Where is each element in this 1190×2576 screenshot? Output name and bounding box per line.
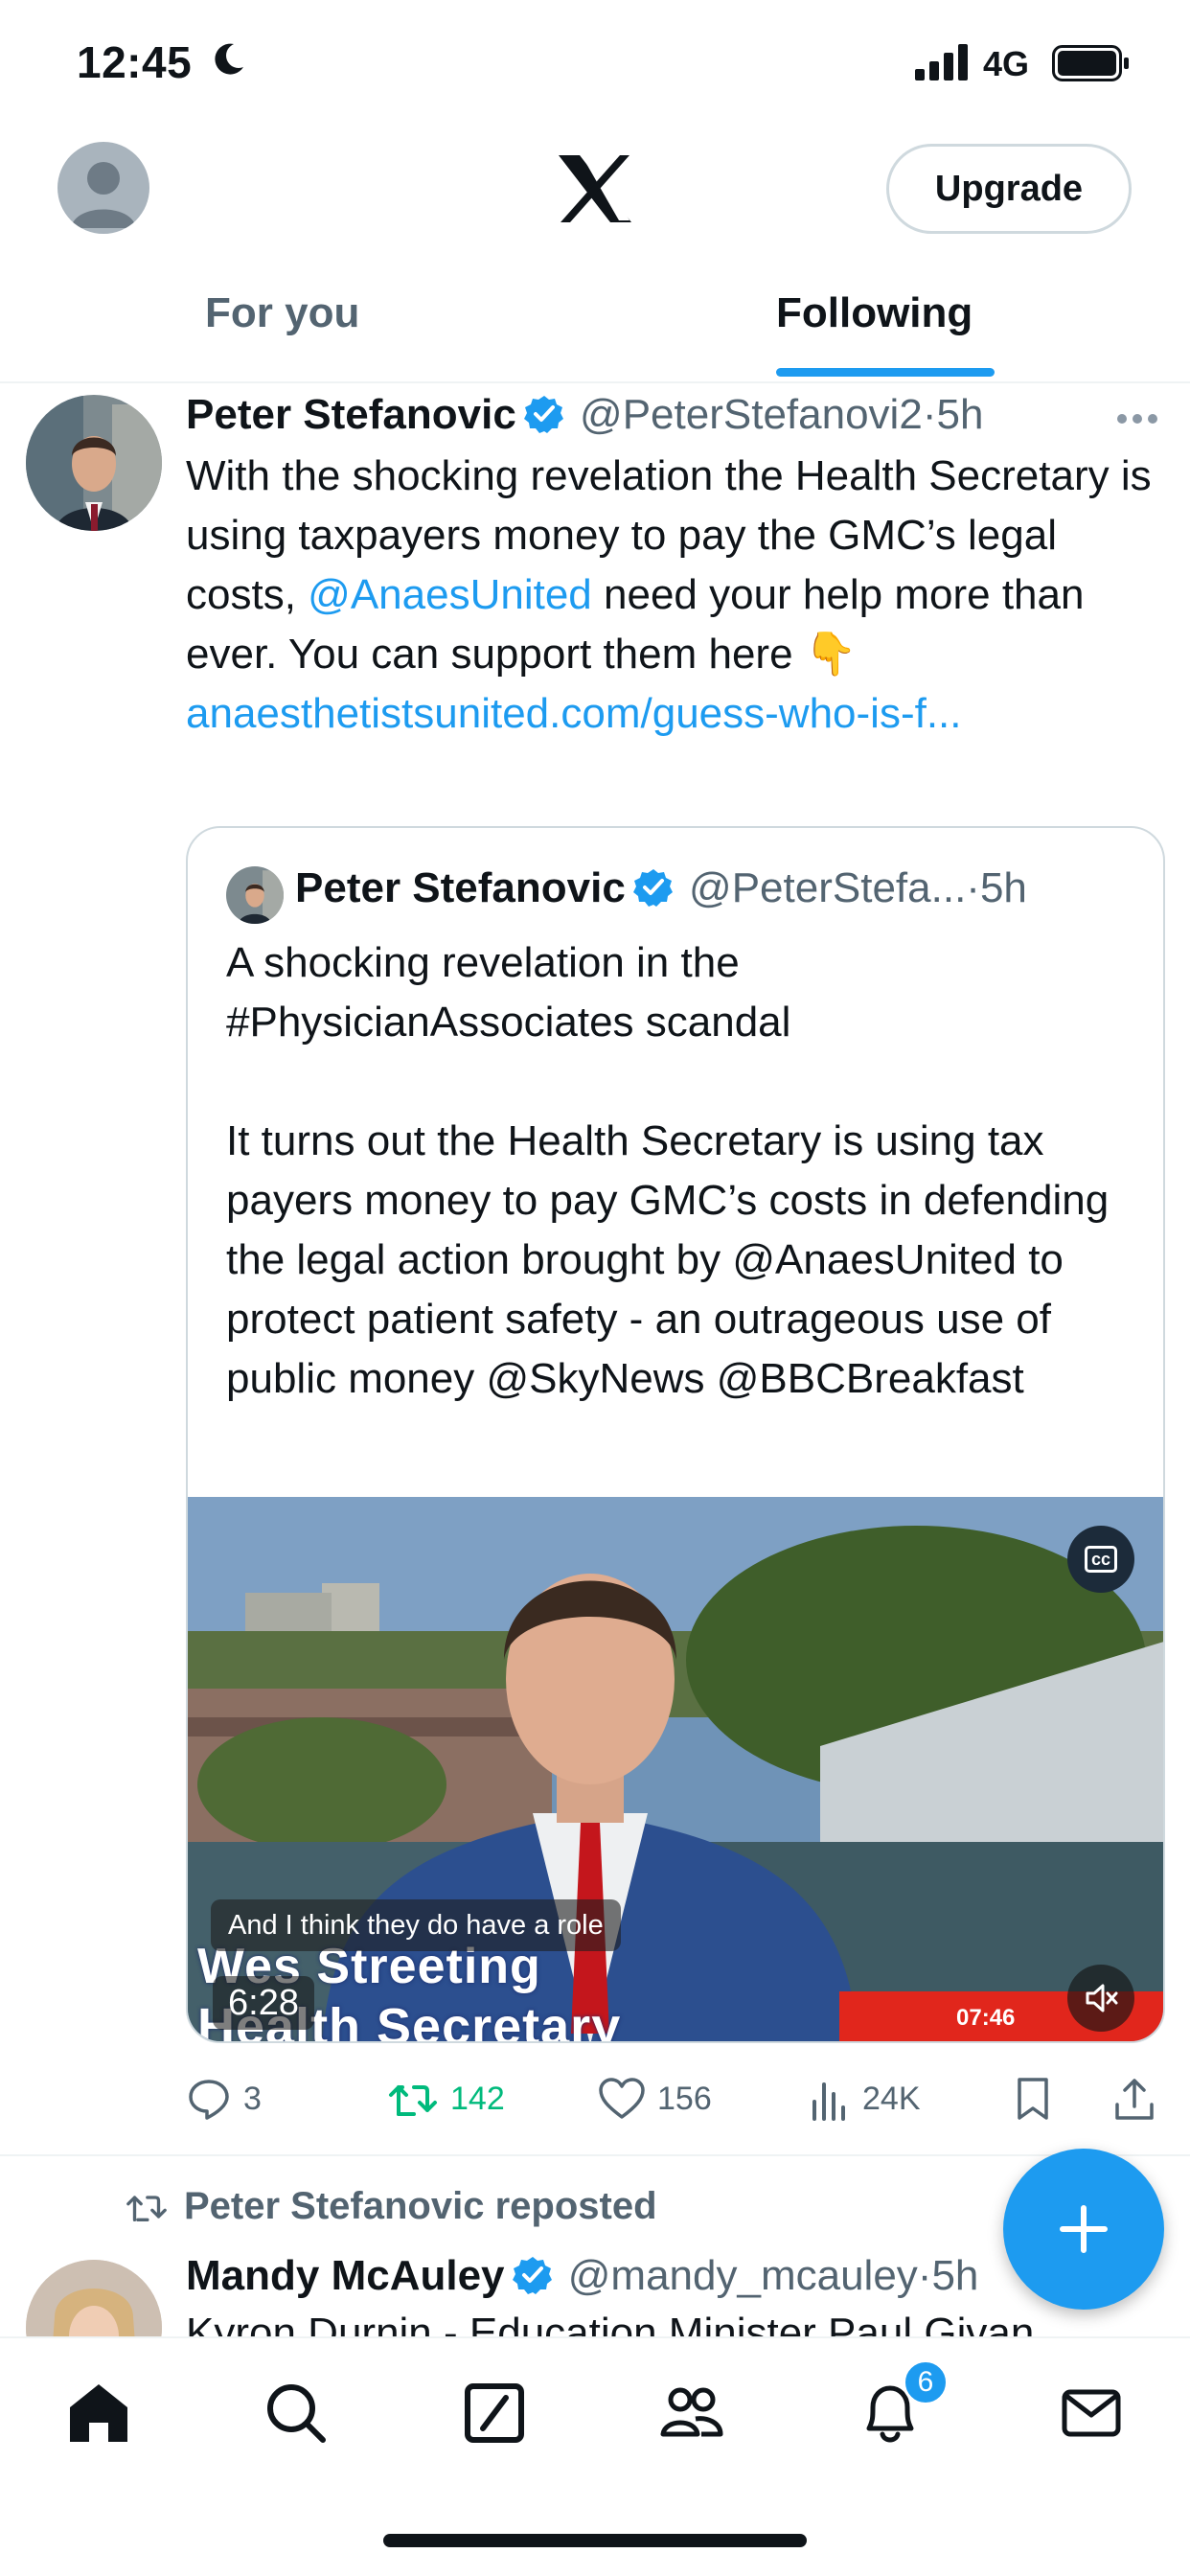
external-link[interactable]: anaesthetistsunited.com/guess-who-is-f..… (186, 684, 1154, 744)
views-button[interactable]: 24K (809, 2070, 921, 2128)
quoted-tweet-header: Peter Stefanovic @PeterStefa...·5h (295, 864, 1027, 912)
verified-badge-icon (512, 2257, 552, 2294)
x-logo-icon (559, 155, 631, 222)
broadcast-clock: 07:46 (956, 2005, 1016, 2031)
author-handle[interactable]: @mandy_mcauley (568, 2252, 918, 2299)
tweet-header: Peter Stefanovic @PeterStefanovi2·5h (186, 391, 1182, 448)
tweet-time[interactable]: 5h (936, 391, 983, 438)
tweet-text: With the shocking revelation the Health … (186, 447, 1154, 744)
author-avatar[interactable] (26, 395, 162, 531)
more-options-icon[interactable] (1115, 412, 1159, 426)
bookmark-button[interactable] (1014, 2070, 1064, 2128)
repost-icon (126, 2195, 167, 2221)
quoted-author-name[interactable]: Peter Stefanovic (295, 864, 626, 911)
captions-button[interactable]: cc (1067, 1526, 1134, 1593)
repost-icon (389, 2085, 437, 2116)
tweet-text: Kyron Durnin - Education Minister Paul G… (186, 2310, 1069, 2338)
view-count: 24K (862, 2080, 921, 2117)
share-button[interactable] (1113, 2070, 1167, 2128)
grok-icon[interactable] (460, 2379, 529, 2448)
communities-icon[interactable] (657, 2379, 726, 2448)
views-chart-icon (812, 2082, 845, 2121)
reply-count: 3 (243, 2080, 262, 2117)
video-duration: 6:28 (213, 1976, 314, 2030)
author-name[interactable]: Peter Stefanovic (186, 391, 516, 438)
upgrade-button[interactable]: Upgrade (886, 144, 1132, 234)
like-button[interactable]: 156 (598, 2070, 712, 2128)
mention-link[interactable]: @AnaesUnited (308, 571, 592, 618)
separator-dot: · (917, 2252, 932, 2299)
repost-context: Peter Stefanovic reposted (125, 2185, 657, 2228)
tweet-time[interactable]: 5h (931, 2252, 978, 2299)
tab-for-you[interactable]: For you (205, 289, 359, 337)
author-avatar[interactable] (26, 2260, 162, 2338)
search-icon[interactable] (262, 2379, 331, 2448)
notification-badge: 6 (903, 2359, 949, 2405)
home-indicator (383, 2534, 807, 2547)
author-handle[interactable]: @PeterStefanovi2 (580, 391, 923, 438)
like-count: 156 (657, 2080, 712, 2117)
top-header: Upgrade For you Following (0, 125, 1190, 383)
active-tab-indicator (776, 368, 995, 377)
quoted-author-handle[interactable]: @PeterStefa... (689, 864, 966, 911)
mute-button[interactable] (1067, 1965, 1134, 2032)
home-icon[interactable] (64, 2379, 133, 2448)
repost-button[interactable]: 142 (387, 2070, 505, 2128)
moon-icon (215, 43, 243, 75)
profile-avatar[interactable] (57, 142, 149, 234)
author-name[interactable]: Mandy McAuley (186, 2252, 505, 2299)
separator-dot: · (922, 391, 937, 438)
repost-count: 142 (450, 2080, 505, 2117)
signal-icon (915, 44, 968, 80)
tweet-actions: 3 142 156 24K (186, 2070, 1173, 2128)
muted-speaker-icon (1086, 1984, 1118, 2012)
reply-icon (189, 2080, 229, 2120)
status-time: 12:45 (77, 37, 193, 87)
quoted-author-avatar[interactable] (226, 866, 284, 924)
share-icon (1115, 2079, 1154, 2120)
verified-badge-icon (523, 396, 563, 433)
default-avatar-icon (71, 162, 136, 228)
network-label: 4G (983, 44, 1030, 83)
messages-icon[interactable] (1057, 2379, 1126, 2448)
cc-icon: cc (1084, 1546, 1118, 1573)
quoted-tweet-card[interactable]: Peter Stefanovic @PeterStefa...·5h A sho… (186, 826, 1165, 2043)
verified-badge-icon (632, 869, 673, 907)
compose-plus-icon (1060, 2205, 1108, 2253)
repost-label[interactable]: Peter Stefanovic reposted (184, 2185, 657, 2228)
video-player[interactable]: cc Wes Streeting Health Secretary And I … (188, 1497, 1163, 2041)
separator-dot: · (966, 864, 980, 911)
reply-button[interactable]: 3 (186, 2070, 262, 2128)
battery-icon (1052, 45, 1129, 81)
status-bar: 12:45 4G (0, 0, 1190, 125)
quoted-tweet-text: A shocking revelation in the #PhysicianA… (226, 939, 1110, 1402)
compose-button[interactable] (1003, 2149, 1164, 2310)
tweet[interactable]: Peter Stefanovic @PeterStefanovi2·5h Wit… (0, 383, 1190, 2156)
tab-following[interactable]: Following (776, 289, 973, 337)
video-caption: And I think they do have a role (211, 1899, 621, 1951)
tweet-header: Mandy McAuley @mandy_mcauley·5h (186, 2252, 978, 2300)
bookmark-icon (1018, 2078, 1048, 2120)
quoted-tweet-time[interactable]: 5h (980, 864, 1027, 911)
heart-icon (599, 2078, 645, 2119)
